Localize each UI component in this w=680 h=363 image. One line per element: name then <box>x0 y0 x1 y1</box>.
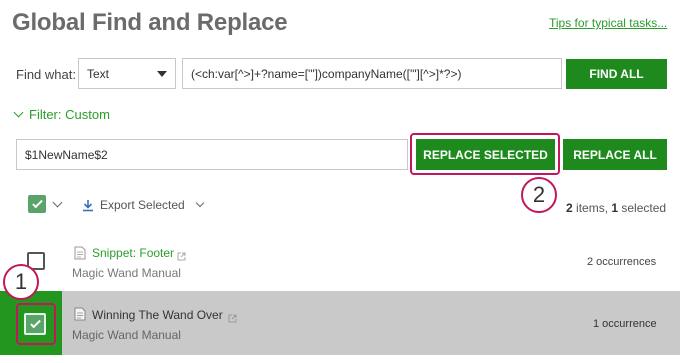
chevron-down-icon <box>13 107 24 118</box>
tips-link[interactable]: Tips for typical tasks... <box>549 16 667 30</box>
selection-count: 2 items, 1 selected <box>566 201 667 215</box>
replace-input[interactable]: $1NewName$2 <box>16 139 408 170</box>
result-row-selected[interactable] <box>0 291 680 355</box>
export-selected-label: Export Selected <box>100 198 185 212</box>
caret-down-icon <box>157 71 167 77</box>
result-name[interactable]: Winning The Wand Over <box>92 308 223 322</box>
checkmark-icon <box>29 317 41 328</box>
result-occurrences: 2 occurrences <box>587 256 657 268</box>
filter-label: Filter: Custom <box>29 107 110 122</box>
external-link-icon[interactable] <box>177 248 186 261</box>
row-checkbox-checked[interactable] <box>24 313 46 335</box>
filter-toggle[interactable]: Filter: Custom <box>13 107 110 122</box>
result-occurrences: 1 occurrence <box>593 318 657 330</box>
chevron-down-icon <box>195 198 204 208</box>
find-type-select[interactable]: Text <box>78 58 176 89</box>
page-title: Global Find and Replace <box>12 9 288 36</box>
export-selected-button[interactable]: Export Selected <box>82 198 204 212</box>
download-icon <box>82 199 94 212</box>
replace-selected-button[interactable]: REPLACE SELECTED <box>416 139 555 170</box>
callout-badge-2: 2 <box>521 177 557 213</box>
find-all-button[interactable]: FIND ALL <box>566 59 667 89</box>
external-link-icon[interactable] <box>228 310 237 323</box>
select-all-checkbox[interactable] <box>28 195 46 213</box>
result-project: Magic Wand Manual <box>72 266 181 280</box>
replace-all-button[interactable]: REPLACE ALL <box>563 139 667 170</box>
callout-badge-1: 1 <box>3 264 39 300</box>
find-what-label: Find what: <box>16 67 76 82</box>
find-query-input[interactable]: (<ch:var[^>]+?name=['"])companyName(['"]… <box>182 58 562 89</box>
document-icon <box>74 246 86 260</box>
result-name[interactable]: Snippet: Footer <box>92 246 174 260</box>
select-menu-chevron-icon[interactable] <box>52 197 63 208</box>
result-project: Magic Wand Manual <box>72 328 181 342</box>
find-type-value: Text <box>87 67 110 81</box>
checkmark-icon <box>31 197 43 208</box>
document-icon <box>74 307 86 321</box>
